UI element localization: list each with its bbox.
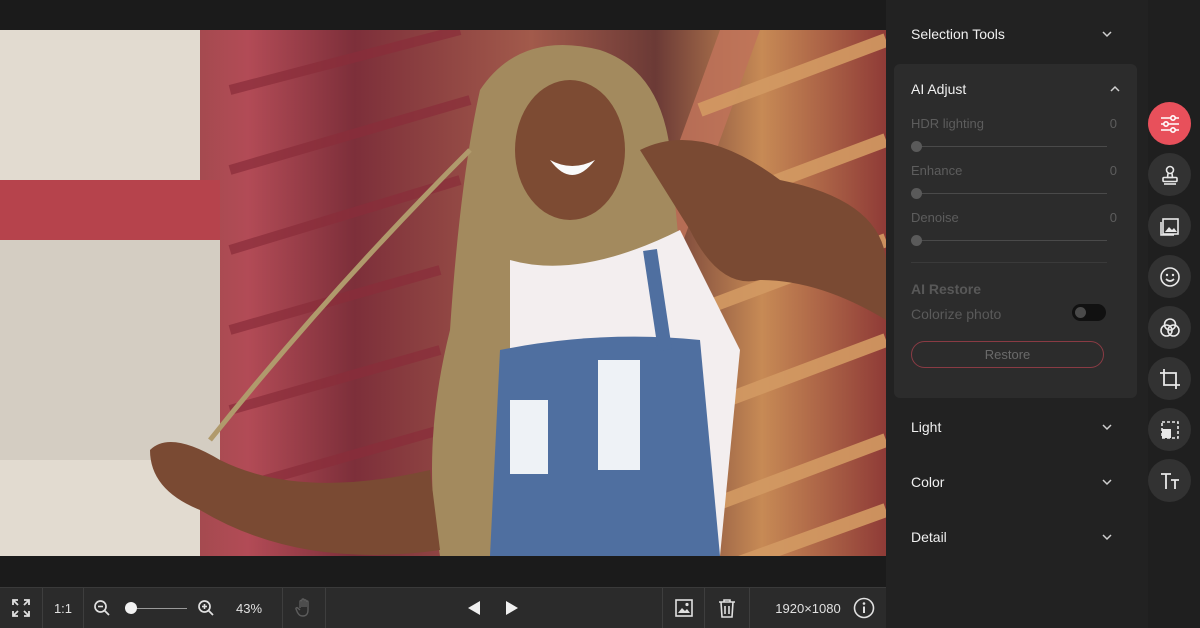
section-divider (911, 262, 1107, 263)
chevron-down-icon (1102, 31, 1112, 38)
selection-tools-header[interactable]: Selection Tools (886, 14, 1148, 54)
restore-button[interactable]: Restore (911, 341, 1104, 368)
canvas-area (0, 0, 886, 587)
face-tool-button[interactable] (1148, 255, 1191, 298)
chevron-down-icon (1102, 534, 1112, 541)
detail-title: Detail (911, 529, 947, 545)
color-header[interactable]: Color (886, 462, 1148, 502)
denoise-value: 0 (1109, 210, 1117, 225)
hdr-lighting-thumb[interactable] (911, 141, 922, 152)
crop-tool-button[interactable] (1148, 357, 1191, 400)
pan-tool-button[interactable] (283, 588, 325, 628)
enhance-value: 0 (1109, 163, 1117, 178)
bottom-toolbar: 1:1 43% 1920×1080 (0, 587, 886, 628)
zoom-slider-thumb[interactable] (125, 602, 138, 614)
tool-rail (1148, 0, 1200, 628)
ai-adjust-title: AI Adjust (911, 81, 967, 97)
zoom-in-icon (198, 600, 214, 616)
adjust-tool-button[interactable] (1148, 102, 1191, 145)
photo-illustration (0, 30, 886, 556)
info-icon (853, 597, 875, 619)
image-tool-button[interactable] (1148, 204, 1191, 247)
zoom-out-icon (94, 600, 110, 616)
expand-icon (12, 599, 30, 617)
ai-adjust-header[interactable]: AI Adjust (886, 69, 1148, 109)
face-icon (1159, 266, 1180, 287)
adjustments-panel: Selection Tools AI Adjust HDR lighting 0… (886, 0, 1148, 628)
info-button[interactable] (851, 588, 877, 628)
resize-icon (1160, 420, 1179, 439)
enhance-slider[interactable] (911, 193, 1107, 194)
fit-screen-button[interactable] (0, 588, 42, 628)
photo-canvas[interactable] (0, 30, 886, 556)
image-icon (674, 599, 693, 617)
crop-icon (1159, 368, 1180, 389)
zoom-percent: 43% (235, 600, 263, 616)
zoom-out-button[interactable] (90, 588, 114, 628)
color-title: Color (911, 474, 945, 490)
zoom-in-button[interactable] (194, 588, 218, 628)
play-right-icon (506, 601, 518, 615)
ai-adjust-section: AI Adjust HDR lighting 0 Enhance 0 Denoi… (894, 64, 1137, 398)
detail-header[interactable]: Detail (886, 517, 1148, 557)
enhance-label: Enhance (911, 163, 963, 178)
colorize-photo-toggle[interactable] (1072, 304, 1106, 321)
denoise-label: Denoise (911, 210, 959, 225)
next-button[interactable] (498, 588, 526, 628)
selection-tools-title: Selection Tools (911, 26, 1005, 42)
image-icon (1159, 217, 1179, 236)
chevron-down-icon (1102, 479, 1112, 486)
text-tool-button[interactable] (1148, 459, 1191, 502)
resize-tool-button[interactable] (1148, 408, 1191, 451)
chevron-down-icon (1102, 424, 1112, 431)
previous-button[interactable] (460, 588, 488, 628)
delete-button[interactable] (705, 588, 749, 628)
light-header[interactable]: Light (886, 407, 1148, 447)
hdr-lighting-label: HDR lighting (911, 116, 984, 131)
hand-icon (295, 598, 309, 617)
enhance-thumb[interactable] (911, 188, 922, 199)
compare-image-button[interactable] (663, 588, 704, 628)
denoise-slider[interactable] (911, 240, 1107, 241)
light-title: Light (911, 419, 942, 435)
trash-icon (719, 599, 735, 618)
actual-size-button[interactable]: 1:1 (43, 588, 83, 628)
hdr-lighting-slider[interactable] (911, 146, 1107, 147)
hdr-lighting-value: 0 (1109, 116, 1117, 131)
ai-restore-title: AI Restore (911, 281, 982, 297)
color-circles-icon (1159, 317, 1180, 337)
colorize-photo-label: Colorize photo (911, 306, 1002, 322)
image-dimensions: 1920×1080 (775, 600, 841, 616)
adjust-icon (1160, 114, 1179, 133)
text-icon (1160, 472, 1179, 489)
chevron-up-icon (1110, 85, 1120, 92)
stamp-icon (1161, 165, 1178, 185)
color-tool-button[interactable] (1148, 306, 1191, 349)
denoise-thumb[interactable] (911, 235, 922, 246)
toolbar-separator (325, 588, 326, 628)
play-left-icon (468, 601, 480, 615)
stamp-tool-button[interactable] (1148, 153, 1191, 196)
toolbar-separator (83, 588, 84, 628)
toolbar-separator (749, 588, 750, 628)
